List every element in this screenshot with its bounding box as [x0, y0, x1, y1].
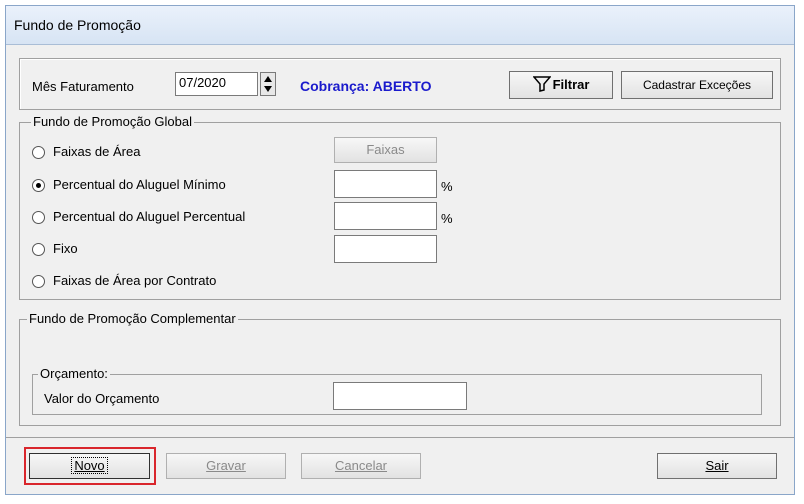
novo-button[interactable]: Novo	[29, 453, 150, 479]
label-percentual-percentual: Percentual do Aluguel Percentual	[53, 209, 246, 224]
footer-divider	[6, 437, 794, 438]
spin-up-icon[interactable]	[264, 76, 272, 82]
label-faixas-area: Faixas de Área	[53, 144, 141, 159]
filtrar-label: Filtrar	[552, 77, 590, 92]
mes-faturamento-label: Mês Faturamento	[32, 79, 134, 94]
percentual-minimo-input[interactable]	[334, 170, 437, 198]
funnel-icon	[531, 76, 552, 92]
complementar-legend: Fundo de Promoção Complementar	[27, 311, 238, 326]
radio-fixo[interactable]	[32, 243, 45, 256]
complementar-group: Fundo de Promoção Complementar Orçamento…	[19, 311, 781, 426]
percentual-percentual-input[interactable]	[334, 202, 437, 230]
window-title: Fundo de Promoção	[14, 17, 141, 33]
pct-symbol-2: %	[441, 211, 453, 226]
orcamento-legend: Orçamento:	[38, 366, 110, 381]
radio-percentual-minimo[interactable]	[32, 179, 45, 192]
spin-down-icon[interactable]	[264, 86, 272, 92]
sair-button[interactable]: Sair	[657, 453, 777, 479]
novo-label: Novo	[71, 457, 108, 474]
mes-faturamento-input[interactable]: 07/2020	[175, 72, 258, 96]
orcamento-group: Orçamento: Valor do Orçamento	[32, 366, 762, 415]
faixas-button[interactable]: Faixas	[334, 137, 437, 163]
cadastrar-excecoes-button[interactable]: Cadastrar Exceções	[621, 71, 773, 99]
header-panel: Mês Faturamento 07/2020 Cobrança: ABERTO…	[19, 58, 781, 110]
valor-orcamento-input[interactable]	[333, 382, 467, 410]
title-bar: Fundo de Promoção	[6, 6, 794, 45]
radio-faixas-area[interactable]	[32, 146, 45, 159]
radio-percentual-percentual[interactable]	[32, 211, 45, 224]
valor-orcamento-label: Valor do Orçamento	[44, 391, 160, 406]
label-faixas-contrato: Faixas de Área por Contrato	[53, 273, 217, 288]
month-spinner[interactable]	[260, 72, 276, 96]
pct-symbol-1: %	[441, 179, 453, 194]
fixo-input[interactable]	[334, 235, 437, 263]
label-percentual-minimo: Percentual do Aluguel Mínimo	[53, 177, 226, 192]
filtrar-button[interactable]: Filtrar	[509, 71, 613, 99]
cancelar-button[interactable]: Cancelar	[301, 453, 421, 479]
gravar-button[interactable]: Gravar	[166, 453, 286, 479]
main-window: Fundo de Promoção Mês Faturamento 07/202…	[5, 5, 795, 495]
global-group: Fundo de Promoção Global Faixas de Área …	[19, 114, 781, 300]
cobranca-status: Cobrança: ABERTO	[300, 78, 432, 94]
label-fixo: Fixo	[53, 241, 78, 256]
global-legend: Fundo de Promoção Global	[31, 114, 194, 129]
radio-faixas-contrato[interactable]	[32, 275, 45, 288]
